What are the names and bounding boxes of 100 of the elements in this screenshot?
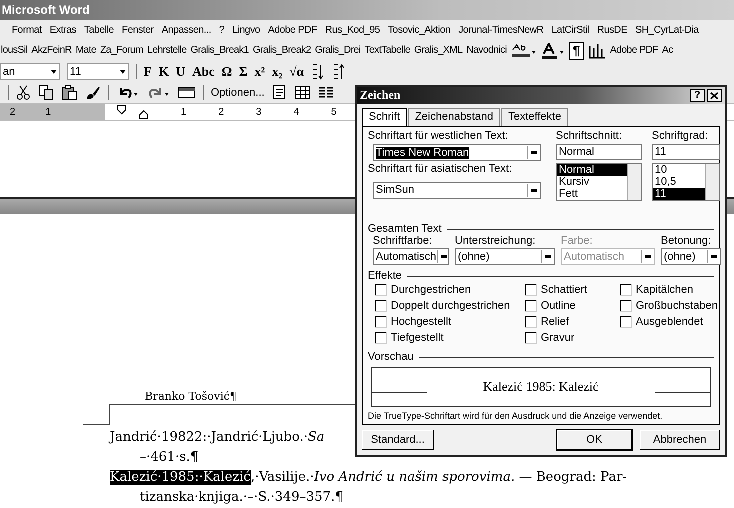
- ruler-number: 3: [256, 106, 262, 118]
- close-button[interactable]: [707, 89, 722, 102]
- window-icon[interactable]: [178, 84, 196, 100]
- table-icon[interactable]: [294, 84, 311, 100]
- toolbar-button[interactable]: TextTabelle: [364, 45, 410, 56]
- checkbox[interactable]: Doppelt durchgestrichen: [375, 298, 525, 314]
- toolbar-button[interactable]: Gralis_Break2: [252, 45, 312, 56]
- field-label: Schriftfarbe:: [373, 235, 434, 247]
- list-option[interactable]: 10,5: [653, 176, 705, 188]
- menu-item[interactable]: Tosovic_Aktion: [388, 24, 451, 36]
- checkbox[interactable]: Ausgeblendet: [620, 314, 720, 330]
- font-dropdown[interactable]: Times New Roman: [373, 144, 541, 161]
- brush-icon[interactable]: [85, 84, 101, 100]
- field-label: Betonung:: [661, 235, 712, 247]
- toolbar-button[interactable]: Gralis_Break1: [190, 45, 249, 56]
- format-button[interactable]: U: [176, 64, 186, 80]
- menu-item[interactable]: Tabelle: [84, 24, 114, 36]
- format-button[interactable]: Ω: [222, 64, 232, 80]
- font-dropdown[interactable]: SimSun: [373, 182, 541, 198]
- list-option[interactable]: Normal: [557, 164, 627, 176]
- dropdown[interactable]: (ohne): [455, 248, 555, 265]
- menu-item[interactable]: Lingvo: [232, 24, 260, 36]
- list-option[interactable]: 11: [653, 188, 705, 200]
- format-button[interactable]: x₂: [272, 64, 283, 80]
- show-formatting-button[interactable]: ¶: [568, 42, 584, 60]
- help-button[interactable]: ?: [690, 89, 705, 102]
- format-button[interactable]: F: [144, 64, 152, 80]
- ruler-number: 1: [46, 106, 52, 118]
- ruler-number: 2: [10, 106, 16, 118]
- toolbar-button[interactable]: Ac: [662, 45, 674, 56]
- checkbox[interactable]: Kapitälchen: [620, 282, 720, 298]
- checkbox[interactable]: Tiefgestellt: [375, 330, 525, 346]
- checkbox[interactable]: Outline: [525, 298, 620, 314]
- checkbox[interactable]: Großbuchstaben: [620, 298, 720, 314]
- menu-item[interactable]: ?: [219, 24, 225, 36]
- checkbox[interactable]: Durchgestrichen: [375, 282, 525, 298]
- dialog-button[interactable]: Standard...: [362, 430, 434, 450]
- checkbox[interactable]: Hochgestellt: [375, 314, 525, 330]
- menu-item[interactable]: Extras: [50, 24, 76, 36]
- list-option[interactable]: 10: [653, 164, 705, 176]
- font-name-field[interactable]: an: [0, 63, 60, 80]
- menu-item[interactable]: LatCirStil: [552, 24, 590, 36]
- ruler-number: 1: [181, 106, 187, 118]
- font-color-icon[interactable]: [540, 42, 565, 58]
- ruler-number: 4: [294, 106, 300, 118]
- dialog-tab[interactable]: Zeichenabstand: [408, 108, 500, 126]
- menu-item[interactable]: Anpassen...: [162, 24, 212, 36]
- dialog-title: Zeichen: [360, 88, 401, 103]
- toolbar-button[interactable]: AkzFeinR: [32, 45, 72, 56]
- dialog-button[interactable]: Abbrechen: [640, 430, 720, 450]
- size-list[interactable]: 10 10,5 11: [652, 163, 720, 201]
- checkbox[interactable]: Relief: [525, 314, 620, 330]
- hanging-indent-icon[interactable]: [139, 110, 149, 120]
- font-size-field[interactable]: 11: [67, 63, 129, 80]
- menu-item[interactable]: RusDE: [597, 24, 628, 36]
- toolbar-button[interactable]: Gralis_XML: [414, 45, 463, 56]
- toolbar-button[interactable]: Lehrstelle: [147, 45, 187, 56]
- group-title: Vorschau: [368, 351, 414, 363]
- toolbar-button[interactable]: Za_Forum: [100, 45, 144, 56]
- paragraph-line: tizanska·knjiga.·–·S.·349–357.¶: [140, 489, 344, 507]
- document-icon[interactable]: [272, 84, 288, 100]
- checkbox[interactable]: Schattiert: [525, 282, 620, 298]
- menu-item[interactable]: SH_CyrLat-Dia: [635, 24, 699, 36]
- list-option[interactable]: Fett: [557, 188, 627, 200]
- options-button[interactable]: Optionen...: [211, 86, 265, 98]
- style-list[interactable]: Normal Kursiv Fett: [556, 163, 642, 201]
- toolbar-button[interactable]: Gralis_Drei: [315, 45, 361, 56]
- dialog-tab[interactable]: Texteffekte: [501, 108, 568, 126]
- toolbar-button[interactable]: lousSil: [1, 45, 28, 56]
- dialog-button[interactable]: OK: [557, 430, 632, 450]
- size-field[interactable]: 11: [652, 144, 720, 160]
- sort-ascending-icon[interactable]: [310, 62, 325, 80]
- menu-item[interactable]: Jorunal-TimesNewR: [458, 24, 544, 36]
- highlighter-icon[interactable]: [510, 42, 537, 58]
- style-field[interactable]: Normal: [556, 144, 642, 160]
- toolbar-button[interactable]: Navodnici: [466, 45, 507, 56]
- clipboard-icon[interactable]: [62, 84, 78, 100]
- format-button[interactable]: K: [158, 64, 170, 80]
- field-label: Schriftart für asiatischen Text:: [368, 163, 514, 175]
- menu-item[interactable]: Fenster: [122, 24, 154, 36]
- toolbar-button[interactable]: Mate: [76, 45, 96, 56]
- menu-item[interactable]: Adobe PDF: [268, 24, 318, 36]
- toolbar-button[interactable]: Adobe PDF: [610, 45, 658, 56]
- copy-icon[interactable]: [39, 84, 55, 100]
- format-button[interactable]: Σ: [239, 64, 248, 80]
- menu-item[interactable]: Rus_Kod_95: [325, 24, 380, 36]
- field-label: Schriftart für westlichen Text:: [368, 130, 510, 142]
- list-option[interactable]: Kursiv: [557, 176, 627, 188]
- dialog-tab[interactable]: Schrift: [362, 108, 408, 127]
- group-title: Effekte: [368, 270, 402, 282]
- scissors-icon[interactable]: [16, 84, 32, 100]
- checkbox[interactable]: Gravur: [525, 330, 620, 346]
- format-button[interactable]: √α: [290, 64, 304, 80]
- ruler-number: 2: [218, 106, 224, 118]
- menu-item[interactable]: Format: [12, 24, 42, 36]
- sort-descending-icon[interactable]: [332, 62, 346, 80]
- dropdown[interactable]: (ohne): [661, 248, 721, 265]
- format-button[interactable]: x²: [254, 64, 266, 80]
- format-button[interactable]: Abc: [192, 64, 215, 80]
- dropdown[interactable]: Automatisch: [373, 248, 449, 265]
